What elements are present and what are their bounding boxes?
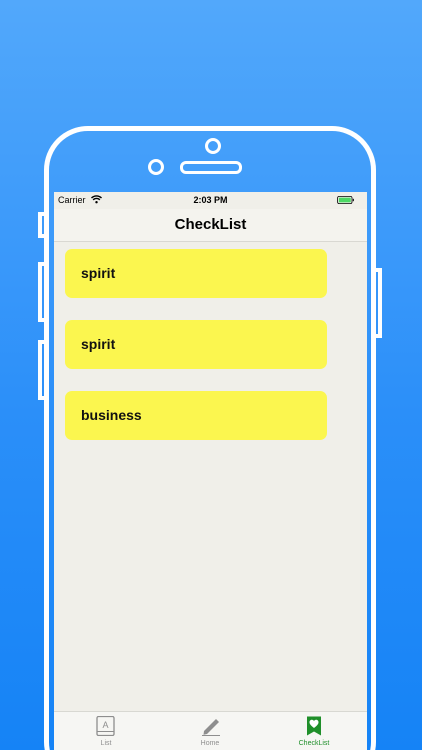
list-item-label: spirit (81, 336, 116, 352)
list-item[interactable]: business (65, 391, 327, 440)
navigation-bar: CheckList (54, 209, 367, 242)
pencil-icon (202, 719, 220, 736)
tab-home-label: Home (200, 740, 220, 747)
tab-list[interactable]: A List (54, 712, 158, 750)
status-time: 2:03 PM (193, 195, 228, 205)
tab-list-label: List (100, 740, 112, 747)
sensor-icon (148, 159, 164, 175)
tab-home[interactable]: Home (158, 712, 262, 750)
tab-checklist[interactable]: CheckList (262, 712, 366, 750)
power-button (372, 268, 382, 338)
list-item-label: spirit (81, 265, 116, 281)
status-bar: Carrier 2:03 PM (54, 192, 367, 209)
mute-switch (38, 212, 48, 238)
list-item-label: business (81, 407, 142, 423)
battery-icon (337, 196, 354, 204)
tab-checklist-label: CheckList (298, 740, 330, 747)
list-book-icon: A (96, 716, 115, 736)
app-screen: Carrier 2:03 PM CheckList spirit spirit … (54, 192, 367, 750)
volume-down-button (38, 340, 48, 400)
camera-icon (205, 138, 221, 154)
list-item[interactable]: spirit (65, 320, 327, 369)
speaker-grille (180, 161, 242, 174)
heart-bookmark-icon (307, 716, 321, 736)
list-item[interactable]: spirit (65, 249, 327, 298)
checklist-list: spirit spirit business (65, 249, 327, 462)
tab-bar: A List Home CheckList (54, 711, 367, 750)
volume-up-button (38, 262, 48, 322)
svg-text:A: A (102, 720, 108, 730)
page-title: CheckList (174, 216, 247, 233)
